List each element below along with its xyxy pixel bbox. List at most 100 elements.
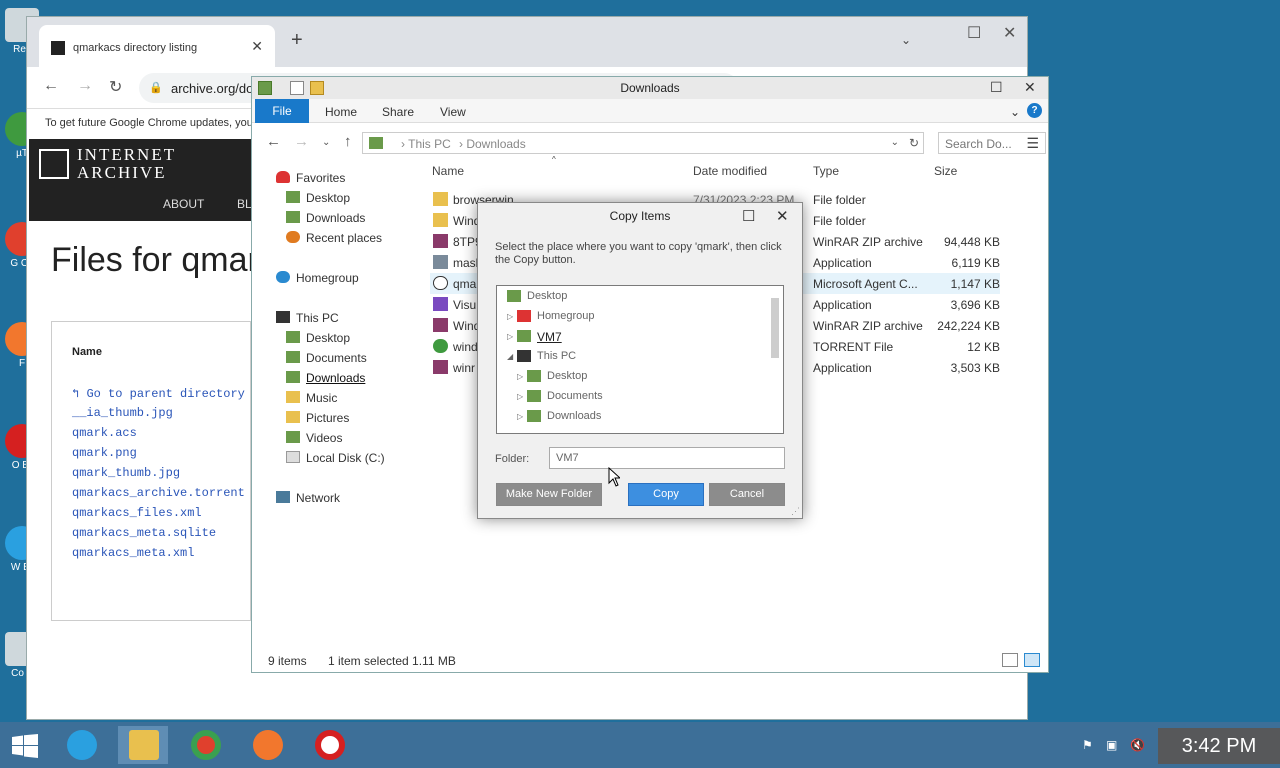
breadcrumb[interactable]: › This PC › Downloads ⌄ ↻ [362, 132, 924, 154]
column-date[interactable]: Date modified [693, 164, 767, 178]
nav-downloads[interactable]: Downloads [306, 211, 365, 225]
chrome-restore-icon[interactable]: ☐ [967, 23, 981, 43]
cancel-button[interactable]: Cancel [709, 483, 785, 506]
copy-items-dialog: Copy Items ☐ ✕ Select the place where yo… [477, 202, 803, 519]
tree-this-pc[interactable]: This PC [537, 350, 576, 362]
folder-tree[interactable]: Desktop ▷ Homegroup ▷ VM7 ◢ This PC ▷ De… [496, 285, 784, 434]
name-column-header[interactable]: Name [72, 346, 102, 358]
action-center-flag-icon[interactable]: ⚑ [1082, 738, 1093, 752]
nav-bl[interactable]: BL [237, 197, 252, 211]
tree-pc-desktop[interactable]: Desktop [547, 370, 587, 382]
large-icons-view-icon[interactable] [1024, 653, 1040, 667]
help-icon[interactable]: ? [1027, 103, 1042, 118]
expand-arrow-icon[interactable]: ▷ [507, 312, 513, 321]
address-dropdown-icon[interactable]: ⌄ [891, 137, 899, 148]
taskbar-firefox[interactable] [242, 726, 292, 764]
reload-icon[interactable]: ↻ [109, 77, 122, 97]
browser-tab[interactable]: qmarkacs directory listing ✕ [39, 25, 275, 67]
search-input[interactable]: Search Do... ☰ [938, 132, 1046, 154]
nav-this-pc[interactable]: This PC [296, 311, 339, 325]
ribbon-expand-chevron-icon[interactable]: ⌄ [1010, 105, 1020, 119]
column-name[interactable]: Name [432, 164, 464, 178]
file-link[interactable]: qmark_thumb.jpg [72, 466, 180, 480]
nav-pc-downloads[interactable]: Downloads [306, 371, 365, 385]
chrome-close-icon[interactable]: ✕ [1003, 23, 1016, 43]
file-link[interactable]: ↰ Go to parent directory [72, 386, 245, 401]
expand-arrow-icon[interactable]: ▷ [507, 332, 513, 341]
tree-pc-downloads[interactable]: Downloads [547, 410, 601, 422]
details-view-icon[interactable] [1002, 653, 1018, 667]
winrar-icon [433, 360, 448, 374]
taskbar-chrome[interactable] [180, 726, 230, 764]
nav-pc-documents[interactable]: Documents [306, 351, 367, 365]
recent-locations-chevron-icon[interactable]: ⌄ [322, 137, 330, 148]
tab-view[interactable]: View [440, 105, 466, 119]
winrar-icon [433, 234, 448, 248]
file-link[interactable]: qmarkacs_meta.sqlite [72, 526, 216, 540]
expand-arrow-icon[interactable]: ▷ [517, 392, 523, 401]
column-type[interactable]: Type [813, 164, 839, 178]
nav-local-disk[interactable]: Local Disk (C:) [306, 451, 385, 465]
file-link[interactable]: qmark.png [72, 446, 137, 460]
breadcrumb-this-pc[interactable]: › This PC [401, 137, 451, 151]
dialog-maximize-icon[interactable]: ☐ [742, 207, 755, 225]
tree-homegroup[interactable]: Homegroup [537, 310, 594, 322]
folder-input[interactable]: VM7 [549, 447, 785, 469]
resize-grip-icon[interactable]: ⋰ [791, 506, 800, 517]
file-link[interactable]: qmarkacs_archive.torrent [72, 486, 245, 500]
file-link[interactable]: qmarkacs_meta.xml [72, 546, 194, 560]
nav-favorites[interactable]: Favorites [296, 171, 345, 185]
tree-scrollbar[interactable] [771, 298, 779, 358]
file-link[interactable]: qmarkacs_files.xml [72, 506, 202, 520]
explorer-close-icon[interactable]: ✕ [1024, 79, 1036, 96]
documents-icon [286, 351, 300, 363]
nav-homegroup[interactable]: Homegroup [296, 271, 359, 285]
up-arrow-icon[interactable]: ↑ [344, 133, 352, 150]
nav-pc-desktop[interactable]: Desktop [306, 331, 350, 345]
tree-pc-documents[interactable]: Documents [547, 390, 603, 402]
tab-share[interactable]: Share [382, 105, 414, 119]
nav-about[interactable]: ABOUT [163, 197, 204, 211]
tab-close-icon[interactable]: ✕ [251, 38, 263, 55]
explorer-restore-icon[interactable]: ☐ [990, 79, 1003, 96]
explorer-address-row: ← → ⌄ ↑ › This PC › Downloads ⌄ ↻ Search… [252, 129, 1048, 157]
volume-muted-icon[interactable]: 🔇 [1130, 738, 1145, 752]
refresh-icon[interactable]: ↻ [909, 136, 919, 150]
taskbar-opera[interactable] [304, 726, 354, 764]
nav-pc-music[interactable]: Music [306, 391, 337, 405]
file-link[interactable]: __ia_thumb.jpg [72, 406, 173, 420]
taskbar-file-explorer[interactable] [118, 726, 168, 764]
tree-vm7[interactable]: VM7 [537, 330, 562, 344]
new-tab-icon[interactable]: + [291, 29, 303, 52]
column-size[interactable]: Size [934, 164, 957, 178]
internet-archive-logo-icon[interactable] [39, 149, 69, 179]
breadcrumb-downloads[interactable]: › Downloads [459, 137, 526, 151]
tree-desktop[interactable]: Desktop [527, 290, 567, 302]
nav-pc-pictures[interactable]: Pictures [306, 411, 349, 425]
tab-file[interactable]: File [255, 99, 309, 123]
taskbar-clock[interactable]: 3:42 PM [1158, 728, 1280, 764]
explorer-titlebar[interactable]: Downloads ☐ ✕ [252, 77, 1048, 99]
tab-title: qmarkacs directory listing [73, 42, 198, 54]
tab-search-chevron-icon[interactable]: ⌄ [901, 33, 911, 47]
explorer-back-icon[interactable]: ← [266, 133, 281, 150]
nav-recent-places[interactable]: Recent places [306, 231, 382, 245]
chrome-icon [191, 730, 221, 760]
expand-arrow-icon[interactable]: ▷ [517, 412, 523, 421]
forward-arrow-icon[interactable]: → [77, 77, 93, 95]
tab-home[interactable]: Home [325, 105, 357, 119]
expand-arrow-icon[interactable]: ▷ [517, 372, 523, 381]
explorer-forward-icon[interactable]: → [294, 133, 309, 150]
collapse-arrow-icon[interactable]: ◢ [507, 352, 513, 361]
back-arrow-icon[interactable]: ← [43, 77, 59, 95]
start-button[interactable] [0, 726, 50, 764]
nav-network[interactable]: Network [296, 491, 340, 505]
nav-pc-videos[interactable]: Videos [306, 431, 342, 445]
copy-button[interactable]: Copy [628, 483, 704, 506]
taskbar-internet-explorer[interactable] [56, 726, 106, 764]
file-link[interactable]: qmark.acs [72, 426, 137, 440]
make-new-folder-button[interactable]: Make New Folder [496, 483, 602, 506]
dialog-close-icon[interactable]: ✕ [776, 207, 789, 225]
network-tray-icon[interactable]: ▣ [1106, 738, 1117, 752]
nav-desktop[interactable]: Desktop [306, 191, 350, 205]
